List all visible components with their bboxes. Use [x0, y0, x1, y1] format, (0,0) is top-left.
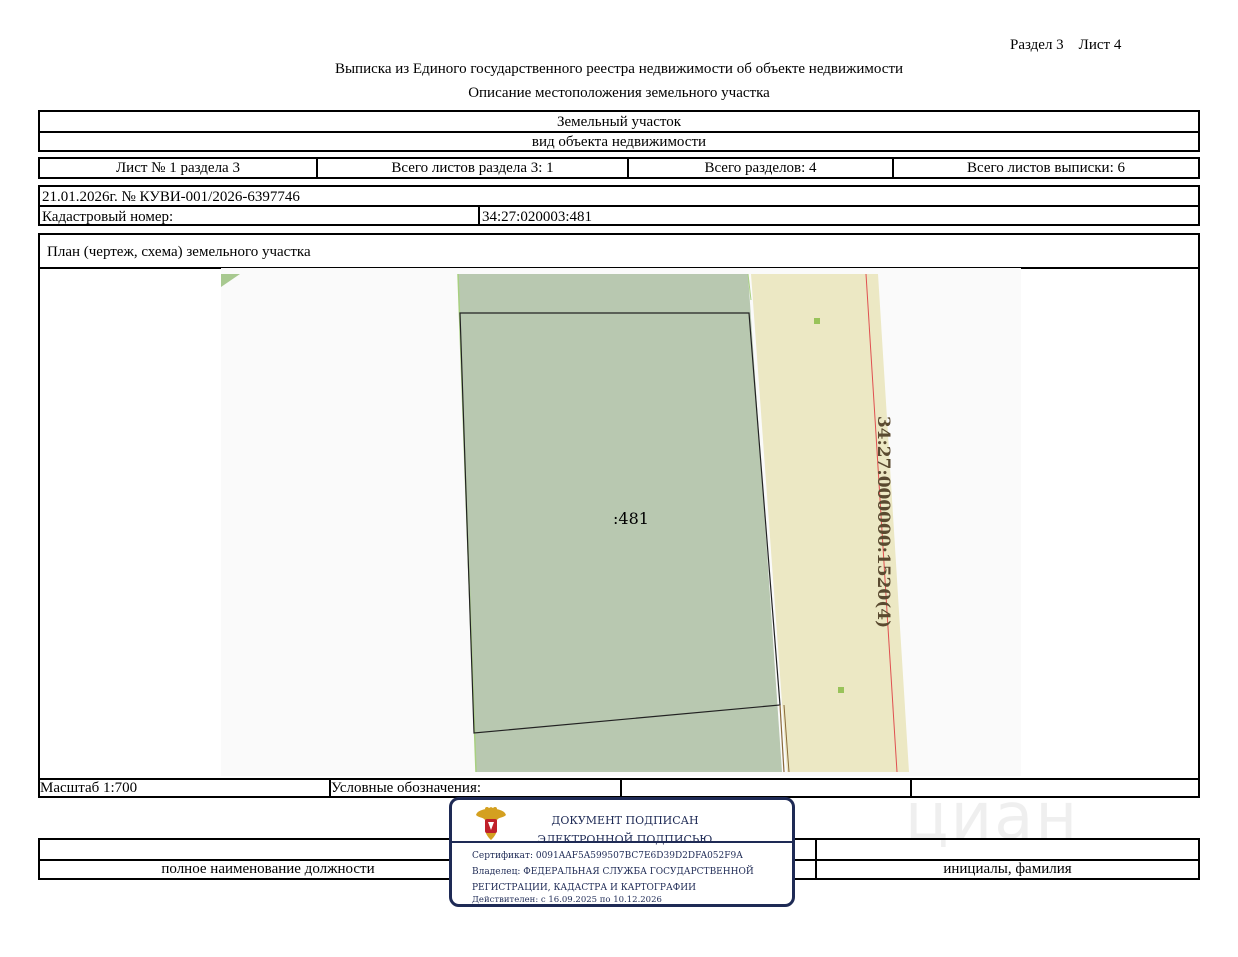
- stamp-line-2: ЭЛЕКТРОННОЙ ПОДПИСЬЮ: [537, 833, 713, 846]
- stamp-line-1: ДОКУМЕНТ ПОДПИСАН: [551, 814, 699, 827]
- name-caption: инициалы, фамилия: [943, 861, 1072, 877]
- parcel-label: :481: [613, 509, 649, 528]
- legend-label: Условные обозначения:: [329, 780, 620, 796]
- stamp-owner-cont: РЕГИСТРАЦИИ, КАДАСТРА И КАРТОГРАФИИ: [472, 883, 696, 893]
- watermark: циан: [905, 780, 1080, 854]
- point-marker: [838, 687, 844, 693]
- stamp-certificate: Сертификат: 0091AAF5A599507BC7E6D39D2DFA…: [472, 851, 743, 861]
- stamp-valid: Действителен: с 16.09.2025 по 10.12.2026: [472, 895, 662, 905]
- point-marker: [814, 318, 820, 324]
- scale-label: Масштаб 1:700: [40, 780, 138, 796]
- legend-cell: [620, 780, 910, 796]
- position-caption: полное наименование должности: [161, 861, 375, 877]
- stamp-owner: Владелец: ФЕДЕРАЛЬНАЯ СЛУЖБА ГОСУДАРСТВЕ…: [472, 867, 754, 877]
- electronic-signature-stamp: ДОКУМЕНТ ПОДПИСАН ЭЛЕКТРОННОЙ ПОДПИСЬЮ С…: [449, 797, 795, 907]
- neighbor-parcel-label: 34:27:000000:1520(4): [873, 415, 893, 629]
